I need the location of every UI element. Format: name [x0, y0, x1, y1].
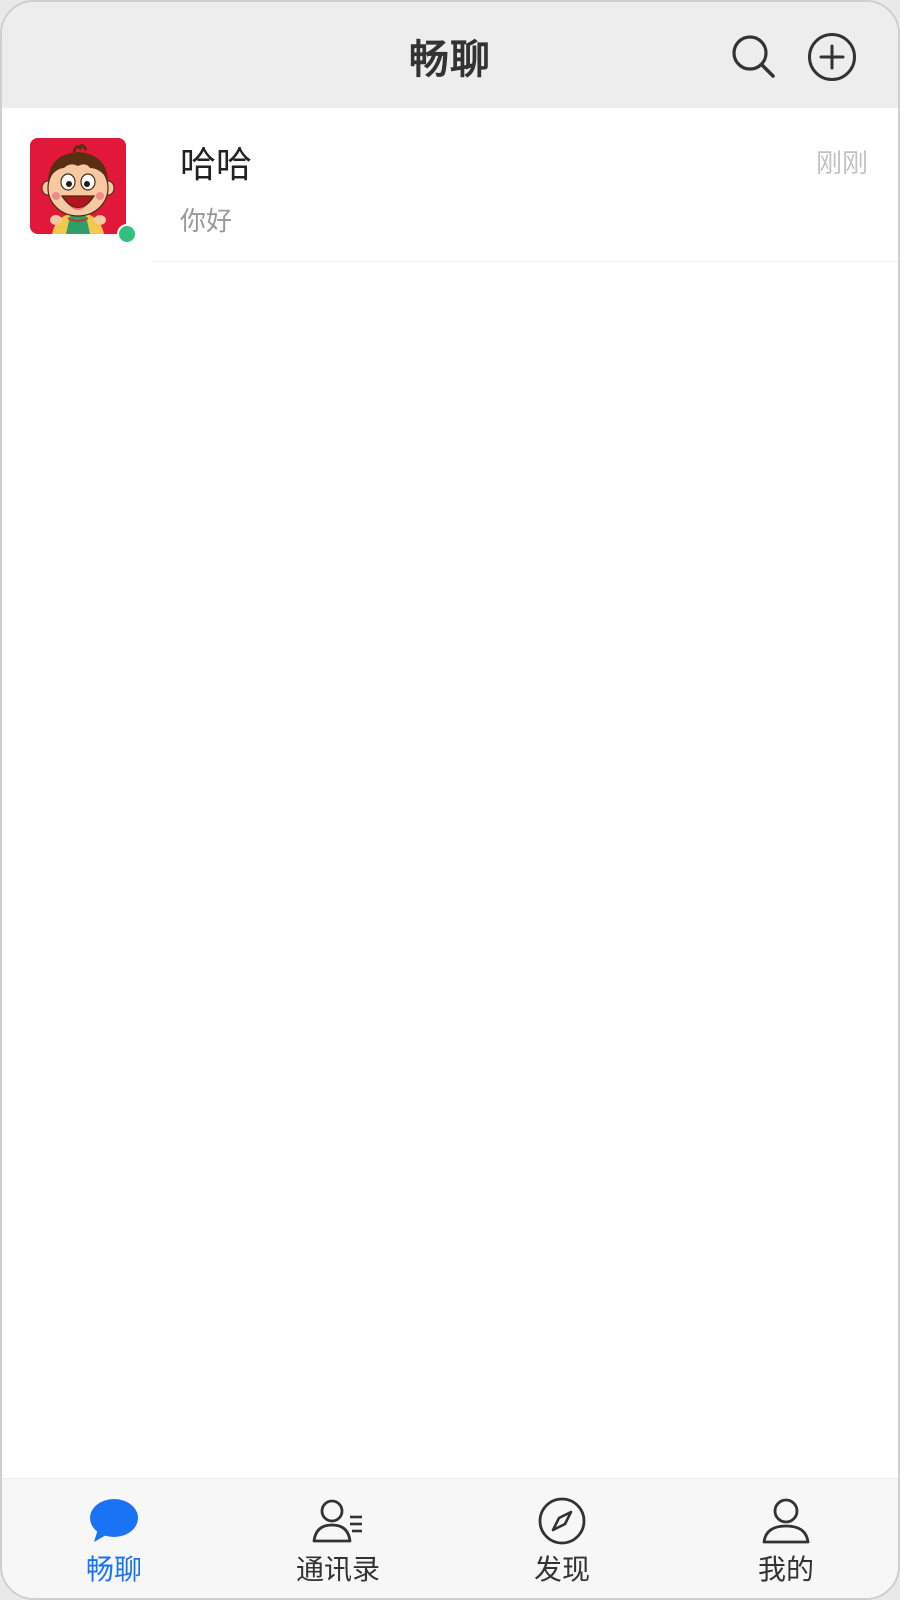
contacts-icon — [312, 1499, 362, 1543]
cartoon-boy-avatar — [30, 138, 126, 234]
chat-bubble-icon — [90, 1499, 138, 1542]
chat-timestamp: 刚刚 — [815, 149, 868, 179]
online-status-dot — [117, 224, 137, 244]
bottom-tab-bar: 畅聊 通讯录 发现 我的 — [2, 1478, 898, 1598]
avatar[interactable] — [30, 138, 126, 234]
tab-label: 我的 — [757, 1553, 814, 1586]
tab-label: 发现 — [533, 1553, 590, 1586]
tab-discover[interactable]: 发现 — [450, 1479, 674, 1598]
chat-last-message: 你好 — [180, 207, 233, 237]
search-icon — [732, 35, 775, 78]
search-button[interactable] — [728, 31, 780, 83]
phone-frame: 畅聊 哈哈 你好 刚刚 畅聊 通讯录 发现 我的 — [0, 0, 900, 1600]
chat-list: 哈哈 你好 刚刚 — [2, 108, 898, 262]
compass-icon — [538, 1497, 586, 1545]
tab-label: 畅聊 — [85, 1553, 142, 1586]
tab-contacts[interactable]: 通讯录 — [226, 1479, 450, 1598]
add-button[interactable] — [806, 31, 858, 83]
chat-name: 哈哈 — [180, 145, 253, 186]
divider — [152, 261, 898, 262]
app-header: 畅聊 — [2, 2, 898, 108]
plus-circle-icon — [808, 33, 856, 81]
tab-profile[interactable]: 我的 — [674, 1479, 898, 1598]
tab-chat[interactable]: 畅聊 — [2, 1479, 226, 1598]
chat-list-item[interactable]: 哈哈 你好 刚刚 — [2, 108, 898, 262]
tab-label: 通讯录 — [295, 1553, 380, 1586]
user-icon — [762, 1498, 810, 1544]
